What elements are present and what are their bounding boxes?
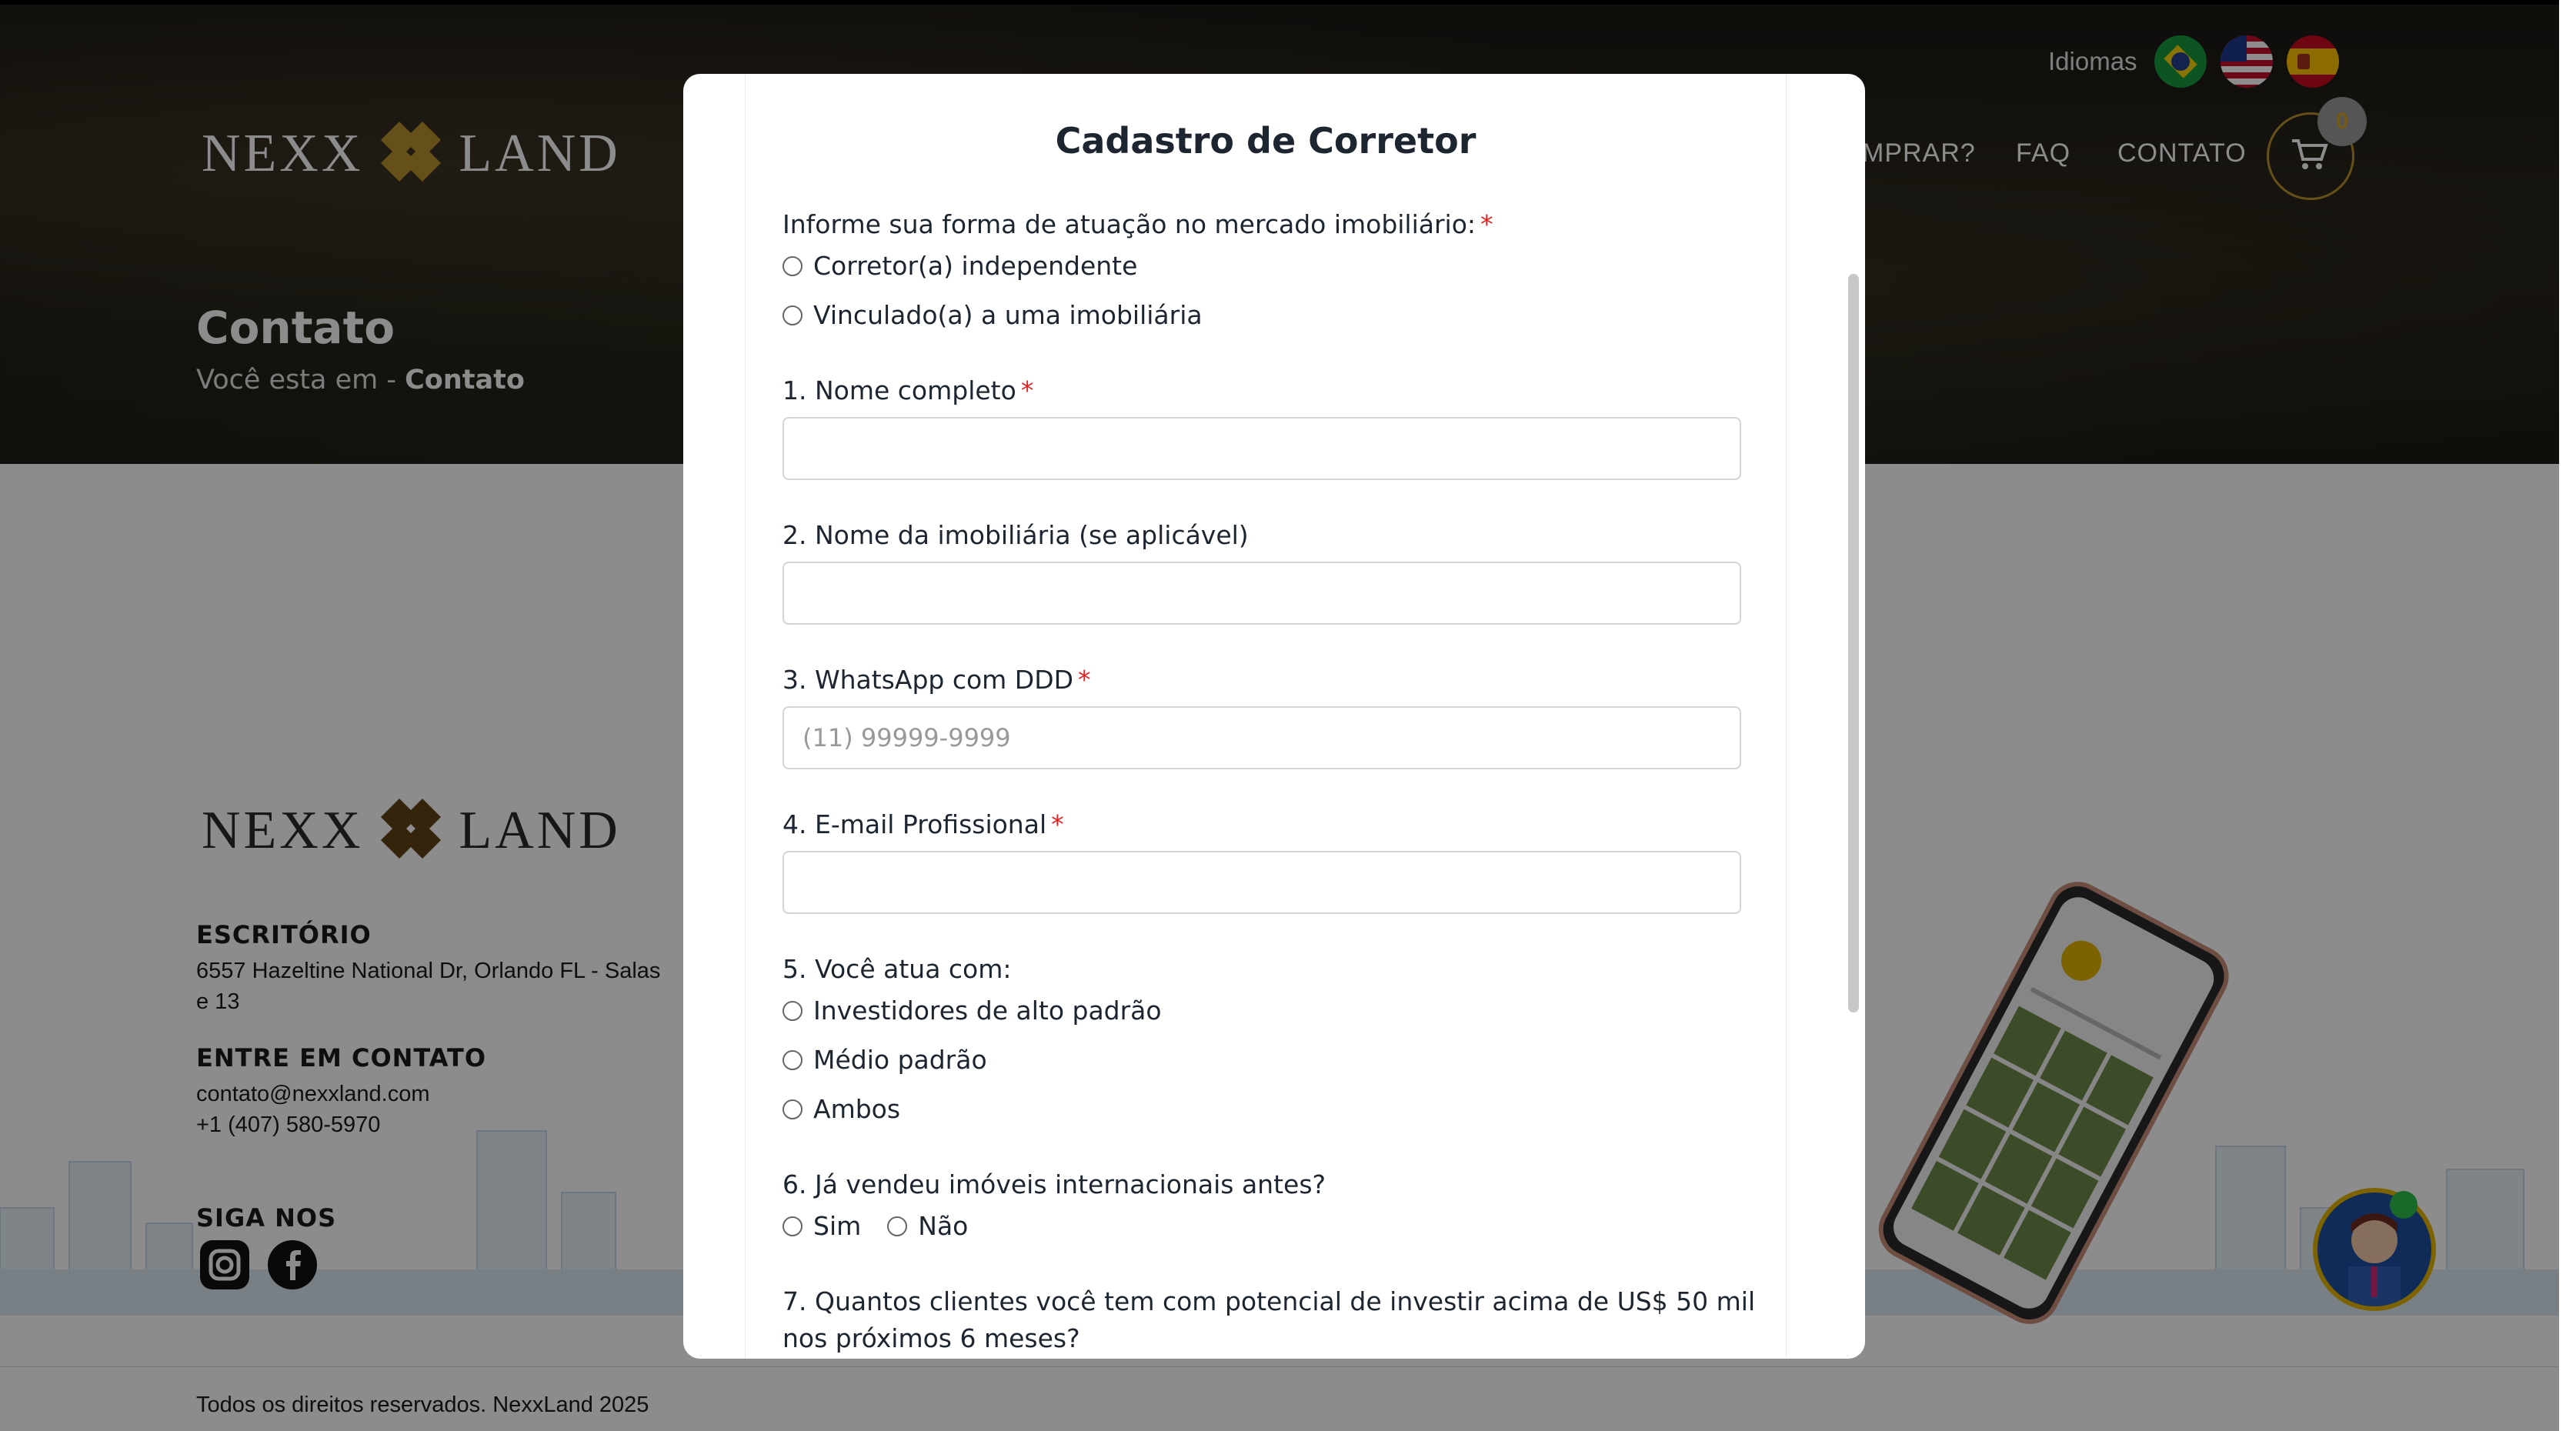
role-option-agency-label: Vinculado(a) a uma imobiliária <box>813 300 1203 330</box>
question-agency-name-label: 2. Nome da imobiliária (se aplicável) <box>782 520 1249 550</box>
question-agency-name: 2. Nome da imobiliária (se aplicável) <box>782 520 1249 550</box>
radio-yes[interactable] <box>782 1216 802 1236</box>
radio-independent[interactable] <box>782 255 802 276</box>
required-mark: * <box>1020 375 1034 405</box>
radio-no[interactable] <box>887 1216 908 1236</box>
profile-option-both[interactable]: Ambos <box>782 1094 900 1124</box>
question-international-sales-label: 6. Já vendeu imóveis internacionais ante… <box>782 1169 1326 1199</box>
required-mark: * <box>1051 809 1064 839</box>
option-yes-label: Sim <box>813 1211 862 1241</box>
page: NEXX LAND Idiomas MPRAR? FAQ CONTATO 0 C… <box>0 0 2576 1431</box>
role-option-independent[interactable]: Corretor(a) independente <box>782 251 1137 281</box>
agency-name-input[interactable] <box>782 562 1741 625</box>
required-mark: * <box>1480 209 1493 239</box>
radio-both[interactable] <box>782 1099 802 1119</box>
broker-registration-modal: Cadastro de Corretor Informe sua forma d… <box>683 74 1865 1359</box>
question-client-profile: 5. Você atua com: <box>782 954 1012 984</box>
modal-title: Cadastro de Corretor <box>1055 120 1477 162</box>
question-role-label: Informe sua forma de atuação no mercado … <box>782 209 1477 239</box>
role-option-independent-label: Corretor(a) independente <box>813 251 1138 281</box>
option-no-label: Não <box>918 1211 969 1241</box>
question-client-count: 7. Quantos clientes você tem com potenci… <box>782 1286 1756 1353</box>
question-client-profile-label: 5. Você atua com: <box>782 954 1012 984</box>
profile-option-high[interactable]: Investidores de alto padrão <box>782 996 1162 1026</box>
profile-option-high-label: Investidores de alto padrão <box>813 996 1162 1026</box>
page-scrollbar-track[interactable] <box>2559 0 2576 1431</box>
profile-option-medium-label: Médio padrão <box>813 1045 987 1075</box>
radio-medium[interactable] <box>782 1049 802 1070</box>
full-name-input[interactable] <box>782 417 1741 480</box>
radio-high[interactable] <box>782 1000 802 1021</box>
whatsapp-input[interactable] <box>782 706 1741 769</box>
radio-agency[interactable] <box>782 305 802 325</box>
modal-content: Cadastro de Corretor Informe sua forma d… <box>745 74 1787 1359</box>
option-no[interactable]: Não <box>887 1211 968 1241</box>
profile-option-medium[interactable]: Médio padrão <box>782 1045 987 1075</box>
international-sales-options: Sim Não <box>782 1211 968 1241</box>
option-yes[interactable]: Sim <box>782 1211 861 1241</box>
question-full-name-label: 1. Nome completo <box>782 375 1016 405</box>
email-input[interactable] <box>782 851 1741 914</box>
question-role: Informe sua forma de atuação no mercado … <box>782 209 1493 239</box>
question-email: 4. E-mail Profissional * <box>782 809 1064 839</box>
question-whatsapp-label: 3. WhatsApp com DDD <box>782 665 1074 695</box>
question-international-sales: 6. Já vendeu imóveis internacionais ante… <box>782 1169 1326 1199</box>
question-full-name: 1. Nome completo * <box>782 375 1033 405</box>
question-whatsapp: 3. WhatsApp com DDD * <box>782 665 1091 695</box>
question-email-label: 4. E-mail Profissional <box>782 809 1047 839</box>
role-option-agency[interactable]: Vinculado(a) a uma imobiliária <box>782 300 1203 330</box>
profile-option-both-label: Ambos <box>813 1094 901 1124</box>
required-mark: * <box>1078 665 1091 695</box>
modal-scrollbar[interactable] <box>1848 274 1859 1012</box>
